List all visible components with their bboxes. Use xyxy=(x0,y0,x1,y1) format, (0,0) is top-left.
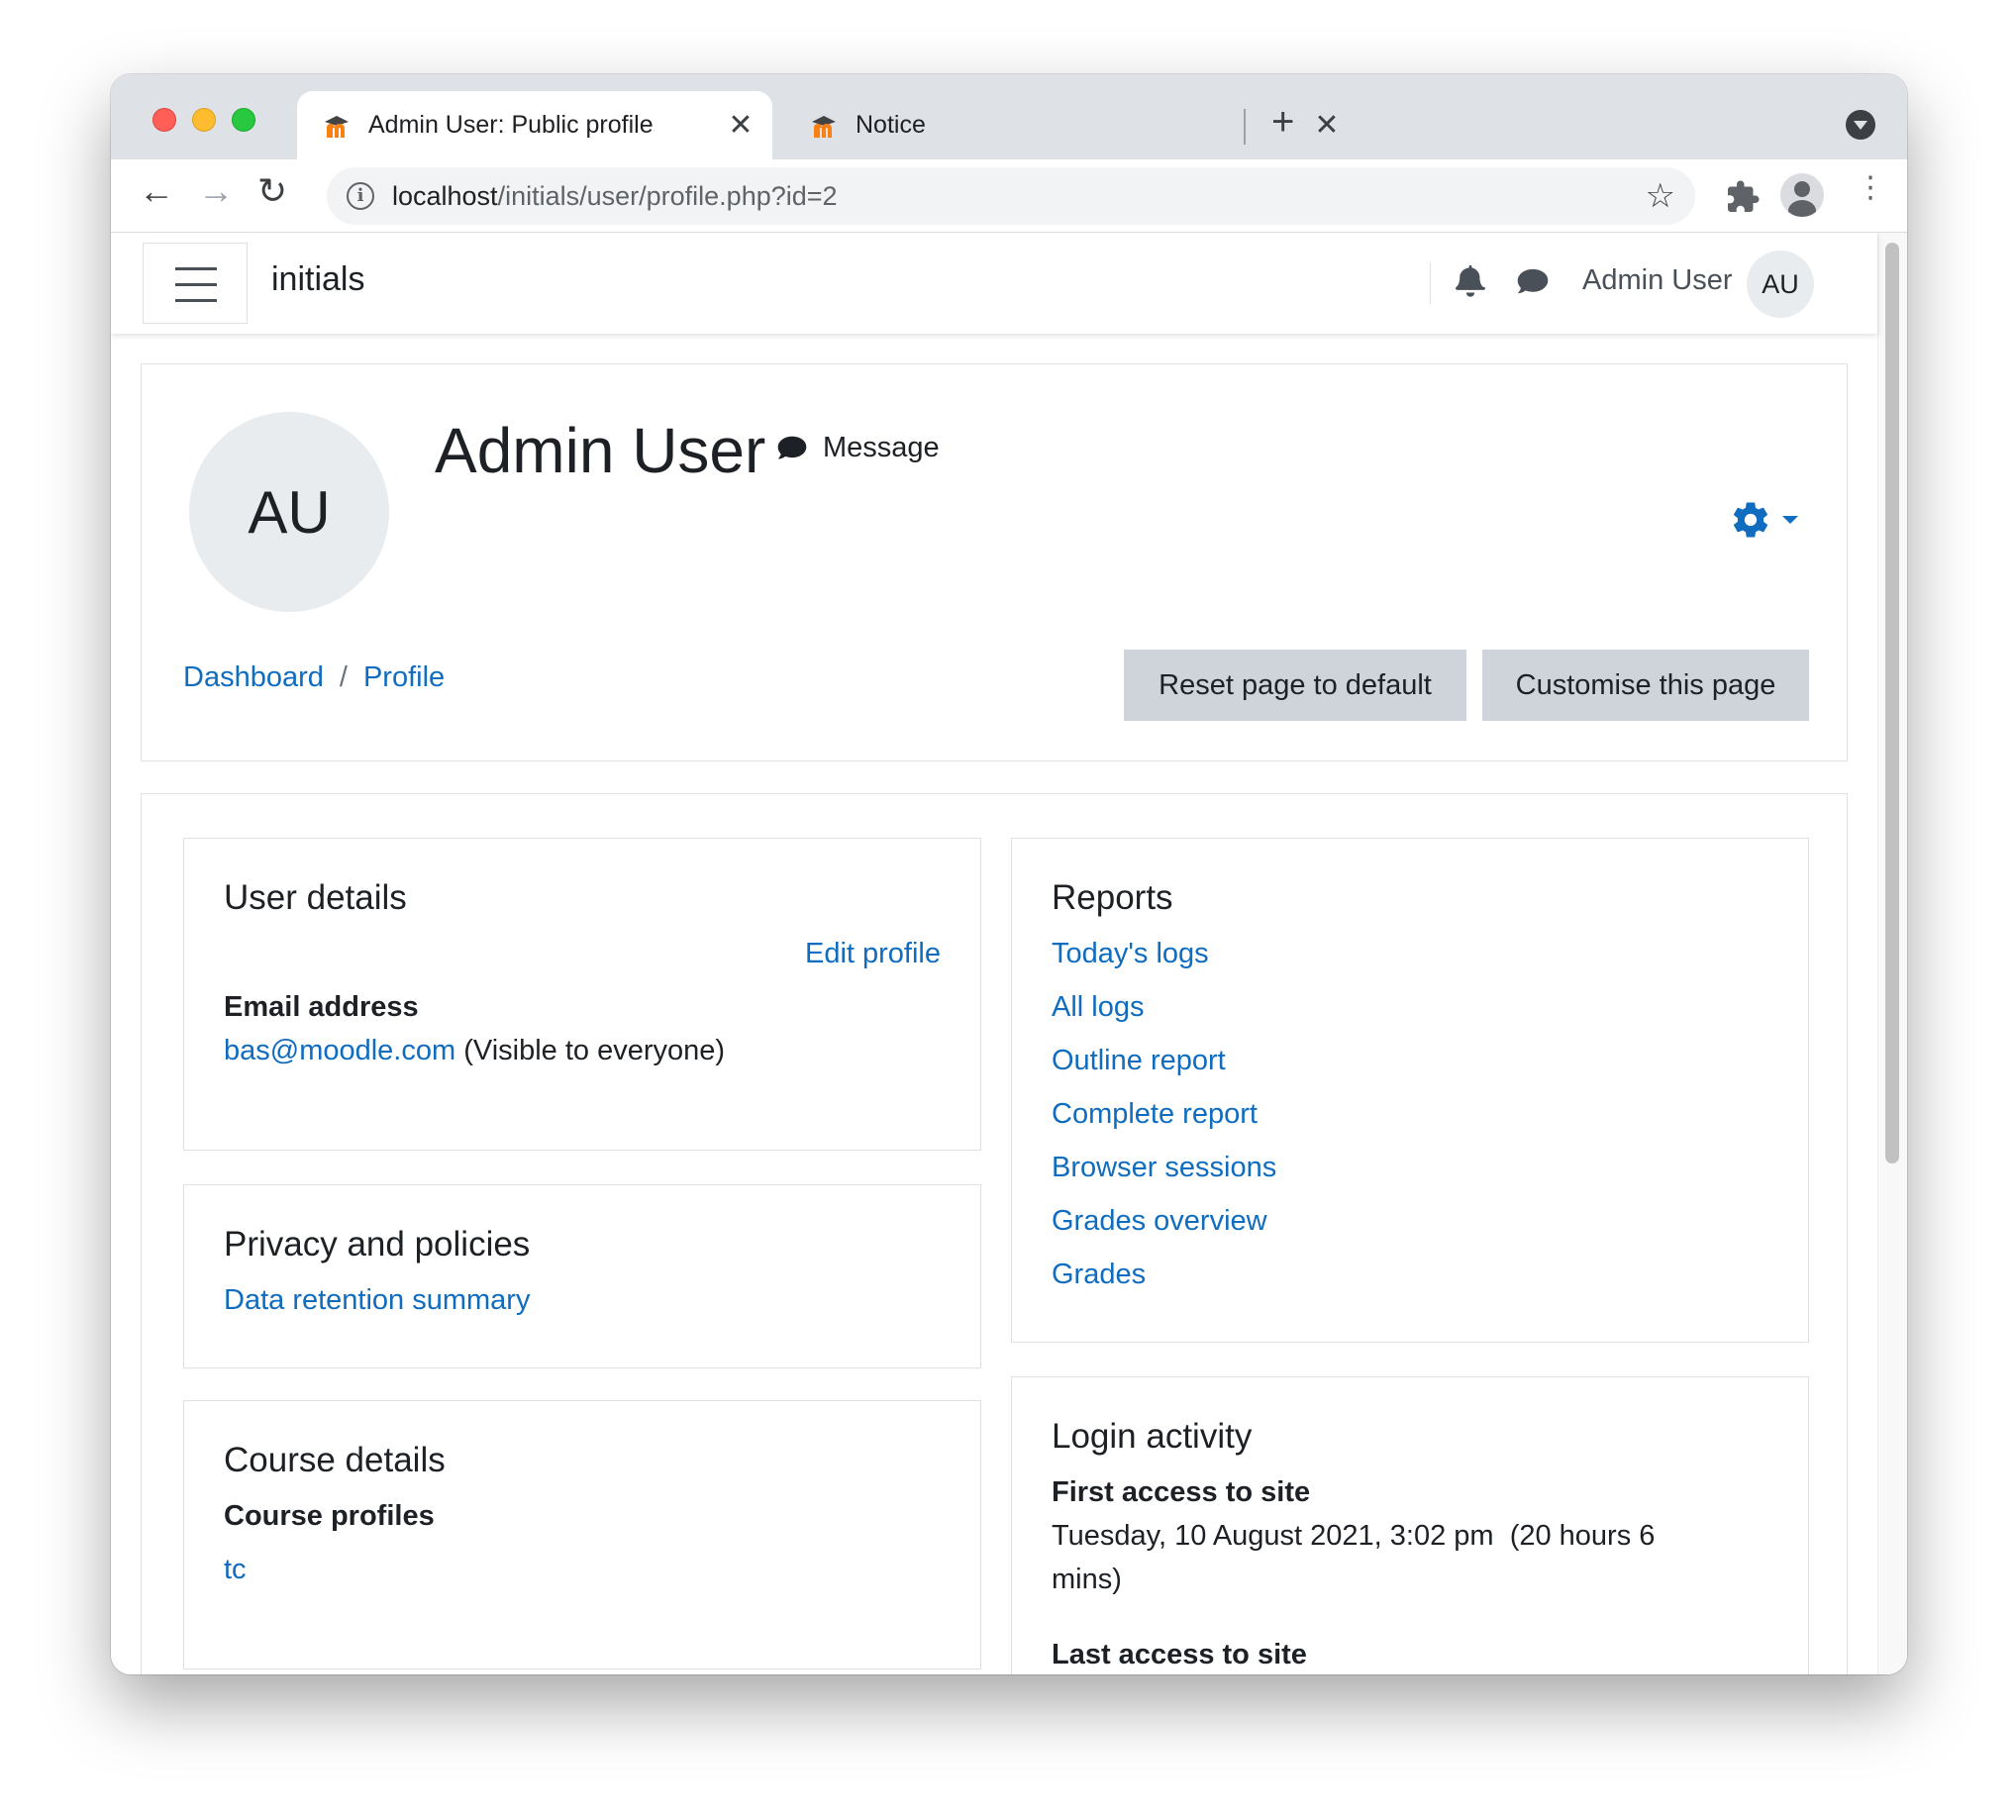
email-link[interactable]: bas@moodle.com xyxy=(224,1035,455,1066)
minimize-window-button[interactable] xyxy=(192,108,216,132)
page-content: initials Admin User AU AU Admin User Mes… xyxy=(111,233,1907,1674)
email-visibility: (Visible to everyone) xyxy=(463,1035,726,1066)
first-access-value: Tuesday, 10 August 2021, 3:02 pm (20 hou… xyxy=(1052,1520,1656,1552)
page-title: Admin User xyxy=(435,415,766,486)
report-link-all-logs[interactable]: All logs xyxy=(1052,991,1145,1024)
browser-profile-icon[interactable] xyxy=(1780,173,1824,217)
first-access-value-cont: mins) xyxy=(1052,1564,1122,1595)
tab-search-icon[interactable] xyxy=(1846,110,1875,140)
reports-title: Reports xyxy=(1052,878,1173,917)
back-arrow-icon[interactable]: ← xyxy=(139,173,174,209)
privacy-title: Privacy and policies xyxy=(224,1225,531,1264)
site-info-icon[interactable] xyxy=(347,182,374,210)
report-link-outline[interactable]: Outline report xyxy=(1052,1045,1226,1077)
hamburger-line xyxy=(175,299,217,302)
address-bar[interactable]: localhost/initials/user/profile.php?id=2… xyxy=(327,167,1695,225)
gear-icon xyxy=(1733,502,1768,538)
edit-profile-link[interactable]: Edit profile xyxy=(805,938,941,970)
tab-close-icon[interactable]: ✕ xyxy=(721,108,760,143)
page-header-card: AU Admin User Message Dashboard / Profil xyxy=(141,363,1848,761)
tab-title: Admin User: Public profile xyxy=(368,111,654,139)
drawer-toggle-button[interactable] xyxy=(143,243,248,324)
user-menu-name[interactable]: Admin User xyxy=(1582,264,1733,297)
browser-menu-icon[interactable]: ⋮ xyxy=(1856,173,1885,203)
course-profiles-label: Course profiles xyxy=(224,1500,435,1532)
course-details-title: Course details xyxy=(224,1441,446,1479)
hamburger-line xyxy=(175,283,217,286)
login-activity-title: Login activity xyxy=(1052,1417,1253,1456)
page-scrollbar[interactable] xyxy=(1877,233,1907,1674)
messages-chat-icon[interactable] xyxy=(1515,266,1551,298)
customise-page-button[interactable]: Customise this page xyxy=(1482,650,1809,721)
email-label: Email address xyxy=(224,991,419,1023)
caret-down-icon xyxy=(1782,516,1798,524)
navbar-divider xyxy=(1430,262,1431,304)
url-host: localhost xyxy=(392,180,498,211)
report-link-grades-overview[interactable]: Grades overview xyxy=(1052,1205,1267,1238)
notification-bell-icon[interactable] xyxy=(1454,262,1487,298)
reload-icon[interactable]: ↻ xyxy=(257,173,287,209)
last-access-label: Last access to site xyxy=(1052,1639,1307,1670)
message-chat-icon xyxy=(777,436,807,459)
data-retention-link[interactable]: Data retention summary xyxy=(224,1284,530,1317)
scrollbar-thumb[interactable] xyxy=(1885,243,1899,1163)
page-actions-menu[interactable] xyxy=(1730,499,1799,541)
tab-strip: Admin User: Public profile ✕ Notice ✕ + xyxy=(111,74,1907,159)
tab-close-icon[interactable]: ✕ xyxy=(1307,108,1347,143)
profile-avatar: AU xyxy=(189,412,389,612)
url-path: /initials/user/profile.php?id=2 xyxy=(497,180,838,211)
new-tab-icon[interactable]: + xyxy=(1271,102,1294,142)
hamburger-line xyxy=(175,267,217,270)
message-button[interactable]: Message xyxy=(775,432,940,464)
bookmark-star-icon[interactable]: ☆ xyxy=(1646,176,1675,216)
reports-block: Reports Today's logs All logs Outline re… xyxy=(1011,838,1809,1343)
login-activity-block: Login activity First access to site Tues… xyxy=(1011,1376,1809,1674)
report-link-browser-sessions[interactable]: Browser sessions xyxy=(1052,1152,1276,1184)
report-link-complete[interactable]: Complete report xyxy=(1052,1098,1258,1131)
close-window-button[interactable] xyxy=(152,108,176,132)
user-details-block: User details Edit profile Email address … xyxy=(183,838,981,1151)
maximize-window-button[interactable] xyxy=(232,108,255,132)
profile-content-card: User details Edit profile Email address … xyxy=(141,793,1848,1674)
breadcrumb-separator: / xyxy=(339,661,348,693)
privacy-block: Privacy and policies Data retention summ… xyxy=(183,1184,981,1368)
forward-arrow-icon[interactable]: → xyxy=(198,173,234,209)
reset-page-button[interactable]: Reset page to default xyxy=(1124,650,1466,721)
moodle-favicon-icon xyxy=(812,115,836,138)
extensions-puzzle-icon[interactable] xyxy=(1725,179,1761,215)
site-name-link[interactable]: initials xyxy=(271,260,364,299)
tab-title: Notice xyxy=(856,111,926,139)
browser-toolbar: ← → ↻ localhost/initials/user/profile.ph… xyxy=(111,159,1907,233)
user-menu-avatar[interactable]: AU xyxy=(1747,251,1814,318)
message-label: Message xyxy=(823,432,940,463)
user-details-title: User details xyxy=(224,878,407,917)
browser-window: Admin User: Public profile ✕ Notice ✕ + … xyxy=(111,74,1907,1674)
breadcrumb-profile[interactable]: Profile xyxy=(363,661,445,694)
tab-admin-user-profile[interactable]: Admin User: Public profile ✕ xyxy=(297,91,772,159)
course-details-block: Course details Course profiles tc xyxy=(183,1400,981,1669)
report-link-grades[interactable]: Grades xyxy=(1052,1259,1146,1291)
email-row: bas@moodle.com (Visible to everyone) xyxy=(224,1035,725,1067)
first-access-label: First access to site xyxy=(1052,1476,1311,1508)
breadcrumb-dashboard[interactable]: Dashboard xyxy=(183,661,324,694)
report-link-todays-logs[interactable]: Today's logs xyxy=(1052,938,1209,970)
tab-separator xyxy=(1244,109,1246,145)
course-link[interactable]: tc xyxy=(224,1554,247,1586)
breadcrumb: Dashboard / Profile xyxy=(183,661,445,694)
moodle-favicon-icon xyxy=(325,115,349,138)
moodle-navbar: initials Admin User AU xyxy=(111,233,1877,334)
